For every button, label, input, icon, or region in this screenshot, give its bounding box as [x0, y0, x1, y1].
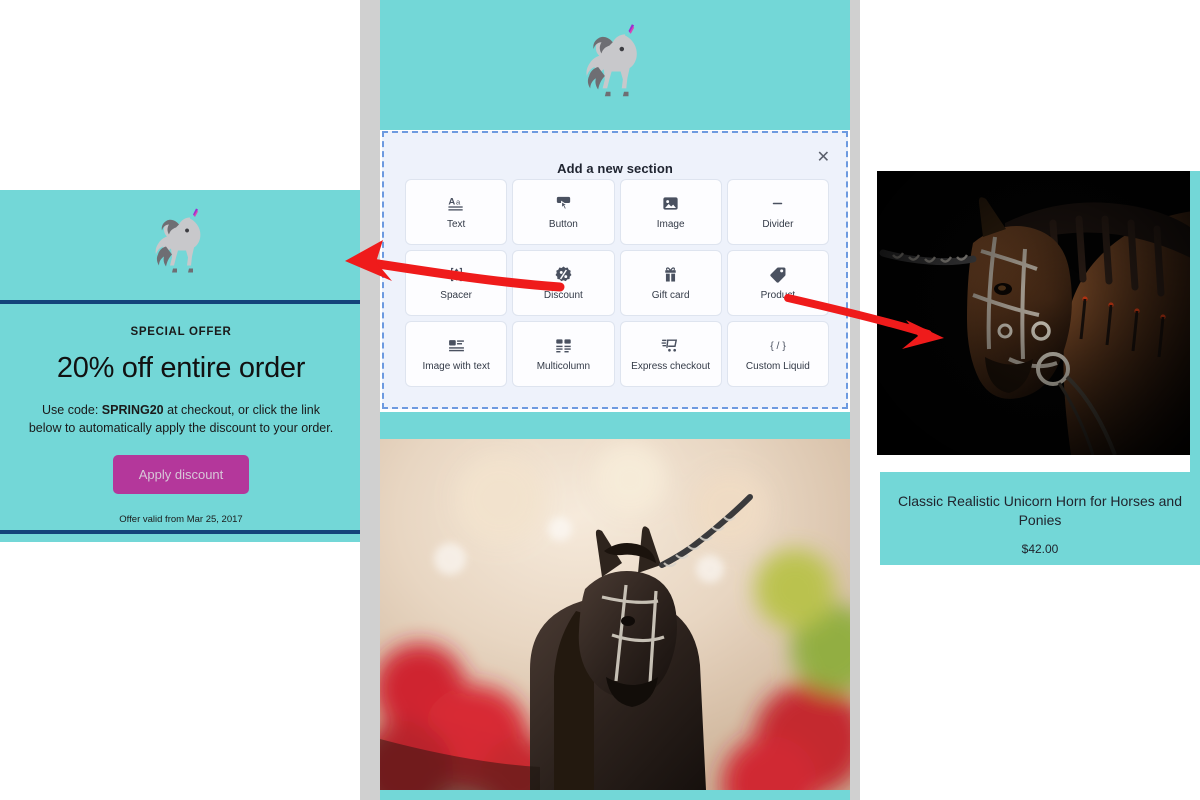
section-option-label: Product: [760, 289, 796, 301]
screenshot-root: SPECIAL OFFER 20% off entire order Use c…: [0, 0, 1200, 800]
section-option-discount[interactable]: Discount: [513, 251, 614, 315]
custom-liquid-code-icon: { / }: [768, 336, 788, 356]
section-option-button[interactable]: Button: [513, 180, 614, 244]
preview-hero-band: [380, 0, 850, 130]
section-option-label: Multicolumn: [536, 360, 591, 372]
section-option-label: Divider: [762, 218, 794, 230]
section-option-text[interactable]: A a Text: [406, 180, 507, 244]
section-option-label: Button: [548, 218, 578, 230]
svg-text:a: a: [456, 198, 461, 207]
section-option-gift-card[interactable]: Gift card: [620, 251, 721, 315]
section-option-custom-liquid[interactable]: { / } Custom Liquid: [727, 322, 828, 386]
section-option-label: Spacer: [440, 289, 472, 301]
divider-icon: [768, 194, 788, 214]
modal-title: Add a new section: [557, 161, 673, 176]
discount-headline: 20% off entire order: [56, 352, 306, 384]
image-with-text-icon: [446, 336, 466, 356]
section-option-label: Discount: [543, 289, 583, 301]
section-type-grid: A a Text Button Image Divider Spacer Dis…: [406, 180, 828, 386]
multicolumn-icon: [553, 336, 573, 356]
close-icon[interactable]: ✕: [817, 150, 830, 166]
section-option-spacer[interactable]: Spacer: [406, 251, 507, 315]
section-option-label: Image with text: [422, 360, 490, 372]
preview-horse-photo: [380, 439, 850, 790]
preview-teal-strip: [380, 412, 850, 439]
use-code-prefix: Use code:: [42, 403, 102, 417]
spacer-arrows-icon: [446, 265, 466, 285]
section-option-divider[interactable]: Divider: [727, 180, 828, 244]
preview-bottom-strip: [380, 790, 850, 800]
svg-text:{ / }: { / }: [770, 341, 786, 352]
section-option-multicolumn[interactable]: Multicolumn: [513, 322, 614, 386]
special-offer-eyebrow: SPECIAL OFFER: [130, 326, 232, 338]
product-price: $42.00: [1021, 541, 1059, 556]
product-title: Classic Realistic Unicorn Horn for Horse…: [898, 493, 1182, 528]
section-option-image[interactable]: Image: [620, 180, 721, 244]
text-aa-icon: A a: [446, 194, 466, 214]
product-info-block: Classic Realistic Unicorn Horn for Horse…: [880, 472, 1200, 565]
discount-body: SPECIAL OFFER 20% off entire order Use c…: [0, 308, 362, 534]
add-section-modal: Add a new section ✕ A a Text Button Imag…: [382, 131, 848, 409]
section-option-label: Image: [656, 218, 685, 230]
unicorn-icon: [579, 22, 651, 109]
section-option-label: Gift card: [651, 289, 690, 301]
discount-instructions: Use code: SPRING20 at checkout, or click…: [14, 401, 348, 437]
discount-badge-icon: [553, 265, 573, 285]
section-option-label: Text: [446, 218, 466, 230]
offer-validity-text: Offer valid from Mar 25, 2017: [119, 514, 243, 526]
product-tag-icon: [768, 265, 788, 285]
section-option-image-with-text[interactable]: Image with text: [406, 322, 507, 386]
product-section-preview: Classic Realistic Unicorn Horn for Horse…: [877, 171, 1200, 565]
svg-text:A: A: [448, 197, 455, 208]
button-click-icon: [553, 194, 573, 214]
express-checkout-cart-icon: [661, 336, 681, 356]
section-option-product[interactable]: Product: [727, 251, 828, 315]
apply-discount-button[interactable]: Apply discount: [112, 455, 250, 495]
discount-logo-band: [0, 190, 362, 304]
discount-code: SPRING20: [101, 403, 164, 417]
section-option-label: Express checkout: [631, 360, 711, 372]
discount-section-preview: SPECIAL OFFER 20% off entire order Use c…: [0, 190, 362, 542]
email-preview-panel: Add a new section ✕ A a Text Button Imag…: [380, 0, 850, 800]
unicorn-icon: [149, 207, 213, 284]
discount-footer-strip: [0, 538, 362, 542]
section-option-label: Custom Liquid: [745, 360, 810, 372]
section-option-express-checkout[interactable]: Express checkout: [620, 322, 721, 386]
gift-card-icon: [661, 265, 681, 285]
product-image: [877, 171, 1193, 455]
image-icon: [661, 194, 681, 214]
